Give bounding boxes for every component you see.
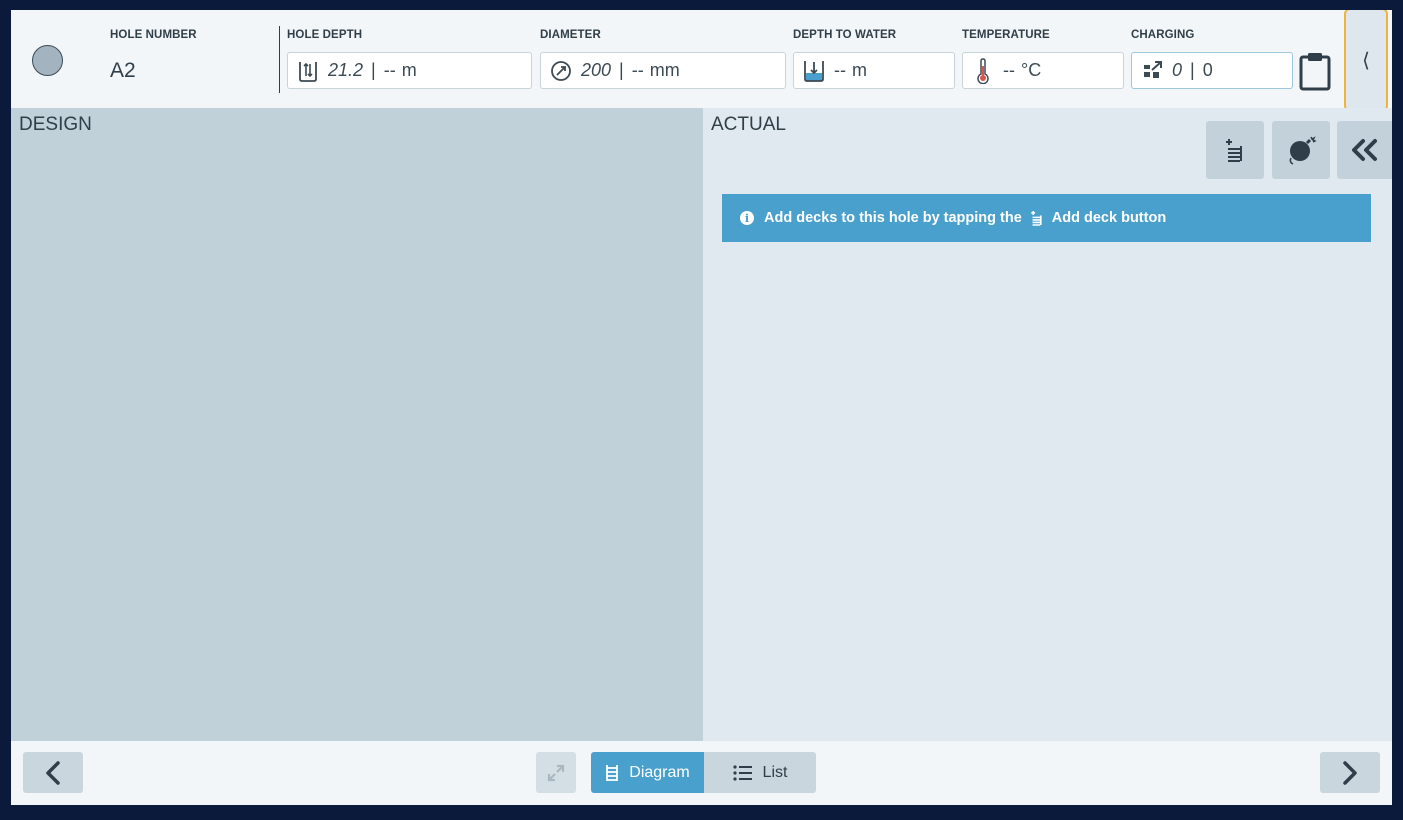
actual-title: ACTUAL: [711, 114, 786, 135]
value-separator: |: [1190, 60, 1195, 80]
hole-depth-label: HOLE DEPTH: [287, 29, 363, 41]
temperature-unit: °C: [1021, 60, 1042, 80]
expand-icon: [547, 764, 565, 781]
hole-depth-icon: [297, 59, 319, 83]
add-primer-button[interactable]: [1272, 121, 1330, 179]
footer-toolbar: Diagram List: [11, 741, 1392, 805]
temperature-field[interactable]: -- °C: [962, 52, 1124, 89]
depth-to-water-value: --: [834, 60, 846, 80]
list-label: List: [762, 763, 788, 781]
add-deck-button[interactable]: [1206, 121, 1264, 179]
expand-button[interactable]: [536, 752, 576, 793]
diameter-planned: 200: [581, 60, 612, 80]
hole-status-indicator[interactable]: [32, 45, 63, 76]
chevron-left-icon: ⟨: [1362, 49, 1370, 72]
add-deck-inline-icon: [1030, 209, 1044, 227]
water-level-icon: [803, 59, 825, 83]
previous-hole-button[interactable]: [23, 752, 83, 793]
double-chevron-left-icon: [1351, 139, 1377, 161]
charging-icon: [1141, 59, 1163, 83]
depth-to-water-label: DEPTH TO WATER: [793, 29, 897, 41]
chevron-left-icon: [46, 760, 60, 785]
design-panel: DESIGN: [11, 108, 703, 741]
list-view-tab[interactable]: List: [704, 752, 816, 793]
diagram-label: Diagram: [629, 763, 690, 781]
diameter-unit: mm: [649, 60, 680, 80]
copy-design-button[interactable]: [1337, 121, 1392, 179]
value-separator: |: [371, 60, 376, 80]
info-icon: i: [740, 211, 754, 225]
hole-header: HOLE NUMBER A2 HOLE DEPTH 21.2 | -- m DI…: [11, 10, 1392, 112]
header-divider: [279, 26, 280, 93]
charging-planned: 0: [1172, 60, 1183, 80]
temperature-value: --: [1003, 60, 1015, 80]
diameter-actual: --: [631, 60, 644, 80]
thermometer-icon: [972, 57, 994, 84]
collapse-header-button[interactable]: ⟨: [1344, 10, 1388, 112]
charging-field[interactable]: 0 | 0: [1131, 52, 1293, 89]
design-title: DESIGN: [19, 114, 92, 135]
hole-number-value: A2: [110, 59, 136, 82]
diameter-label: DIAMETER: [540, 29, 601, 41]
app-window: HOLE NUMBER A2 HOLE DEPTH 21.2 | -- m DI…: [11, 10, 1392, 805]
diagram-view-tab[interactable]: Diagram: [591, 752, 704, 793]
diagram-icon: [606, 764, 619, 781]
clipboard-icon[interactable]: [1298, 51, 1332, 91]
depth-to-water-unit: m: [852, 60, 867, 80]
next-hole-button[interactable]: [1320, 752, 1380, 793]
add-deck-icon: [1226, 139, 1242, 162]
info-message-after: Add deck button: [1051, 210, 1167, 226]
list-icon: [732, 764, 752, 781]
actual-panel: ACTUAL i Add decks to this hole by tappi…: [703, 108, 1392, 741]
hole-depth-actual: --: [383, 60, 396, 80]
value-separator: |: [619, 60, 624, 80]
hole-depth-field[interactable]: 21.2 | -- m: [287, 52, 532, 89]
bomb-icon: [1289, 136, 1317, 165]
charging-actual: 0: [1202, 60, 1213, 80]
chevron-right-icon: [1343, 760, 1357, 785]
diameter-icon: [550, 59, 572, 83]
depth-to-water-field[interactable]: -- m: [793, 52, 955, 89]
info-message-before: Add decks to this hole by tapping the: [764, 210, 1022, 226]
charging-label: CHARGING: [1131, 29, 1195, 41]
diameter-field[interactable]: 200 | -- mm: [540, 52, 786, 89]
hole-depth-planned: 21.2: [328, 60, 364, 80]
hole-number-label: HOLE NUMBER: [110, 29, 197, 41]
hole-depth-unit: m: [401, 60, 417, 80]
add-deck-info-banner: i Add decks to this hole by tapping the …: [722, 194, 1371, 242]
temperature-label: TEMPERATURE: [962, 29, 1050, 41]
